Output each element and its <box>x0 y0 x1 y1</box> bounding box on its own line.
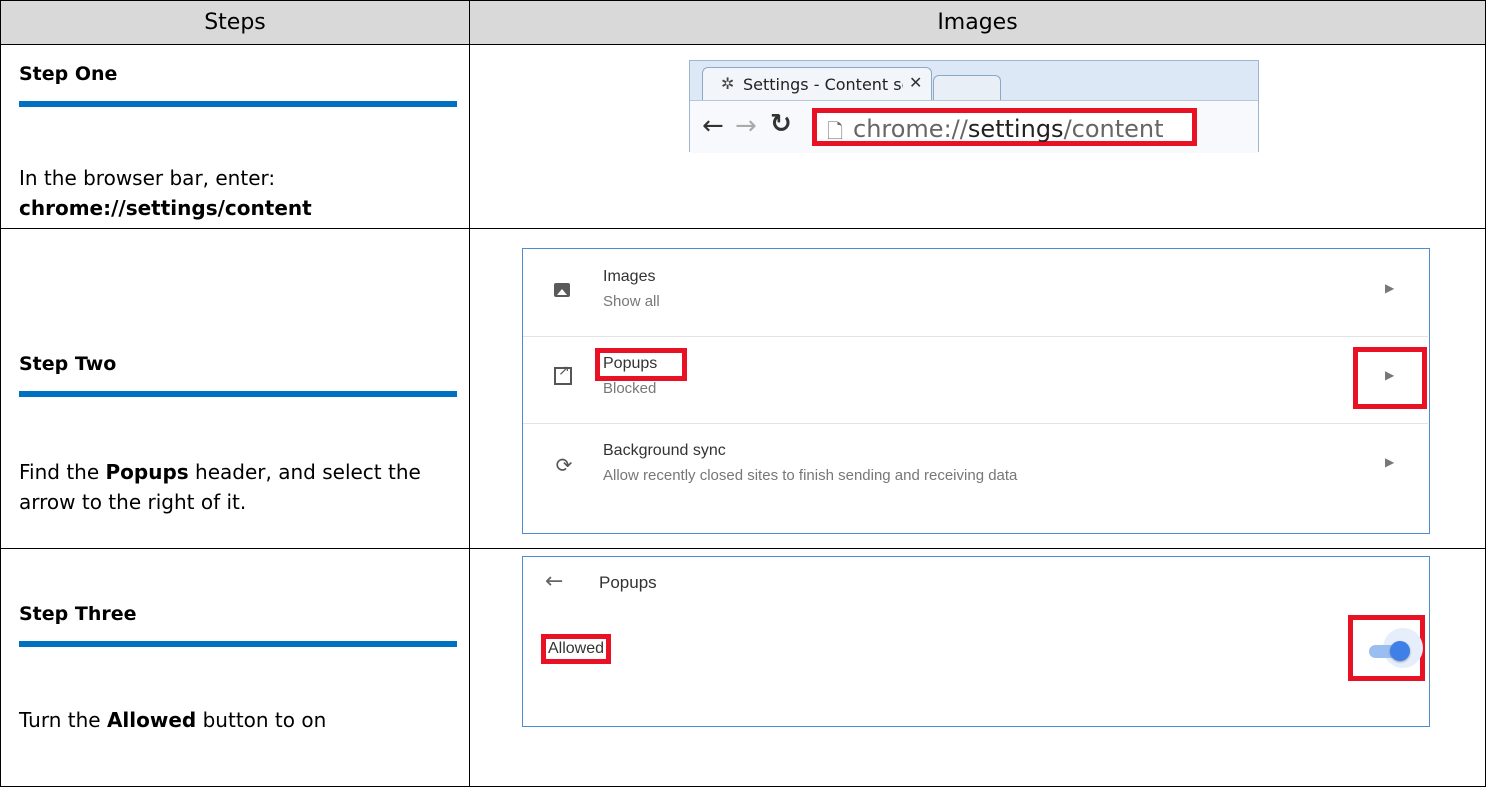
popups-page-title: Popups <box>599 573 657 592</box>
allowed-toggle-highlight-box <box>1348 615 1425 681</box>
browser-screenshot: ✲ Settings - Content setting ✕ ← → ↻ 🗋 c… <box>689 60 1259 153</box>
step-one-cell: Step One In the browser bar, enter: chro… <box>0 44 470 229</box>
popups-settings-panel: ← Popups Allowed <box>522 556 1430 727</box>
forward-arrow-icon[interactable]: → <box>735 111 757 141</box>
step-three-cell: Step Three Turn the Allowed button to on <box>0 548 470 787</box>
open-in-new-icon <box>554 363 572 385</box>
step-one-image-cell: ✲ Settings - Content setting ✕ ← → ↻ 🗋 c… <box>469 44 1486 229</box>
step-one-heading: Step One <box>19 63 118 85</box>
chevron-right-icon[interactable]: ▶ <box>1385 281 1394 295</box>
settings-row-popups[interactable]: Popups Blocked ▶ <box>523 336 1428 424</box>
step-one-rule <box>19 101 457 107</box>
popups-arrow-highlight-box <box>1353 347 1427 409</box>
steps-column-header: Steps <box>0 0 470 45</box>
step-three-heading: Step Three <box>19 603 137 625</box>
navigation-bar: ← → ↻ 🗋 chrome://settings/content <box>690 100 1258 153</box>
tab-title: Settings - Content setting <box>743 75 903 94</box>
back-arrow-icon[interactable]: ← <box>545 569 563 594</box>
settings-row-images[interactable]: Images Show all ▶ <box>523 249 1428 337</box>
step-one-text: In the browser bar, enter: chrome://sett… <box>19 166 312 220</box>
step-three-rule <box>19 641 457 647</box>
step-three-image-cell: ← Popups Allowed <box>469 548 1486 787</box>
steps-table: Steps Images Step One In the browser bar… <box>0 0 1486 787</box>
images-column-header: Images <box>469 0 1486 45</box>
address-url: chrome://settings/content <box>853 115 1164 143</box>
settings-row-background-sync[interactable]: ⟳ Background sync Allow recently closed … <box>523 423 1428 510</box>
settings-row-title: Images <box>603 268 656 285</box>
close-icon[interactable]: ✕ <box>909 73 922 92</box>
reload-icon[interactable]: ↻ <box>770 109 792 139</box>
allowed-label: Allowed <box>541 634 612 664</box>
address-bar[interactable]: 🗋 chrome://settings/content <box>812 108 1197 146</box>
step-two-rule <box>19 391 457 397</box>
step-two-image-cell: Images Show all ▶ Popups Blocked ▶ ⟳ Bac… <box>469 228 1486 549</box>
back-arrow-icon[interactable]: ← <box>702 111 724 141</box>
step-two-cell: Step Two Find the Popups header, and sel… <box>0 228 470 549</box>
new-tab-button[interactable] <box>933 75 1001 101</box>
content-settings-panel: Images Show all ▶ Popups Blocked ▶ ⟳ Bac… <box>522 248 1430 534</box>
allowed-toggle-knob[interactable] <box>1390 641 1410 661</box>
settings-row-subtitle: Show all <box>603 293 660 310</box>
step-two-text: Find the Popups header, and select the a… <box>19 460 421 514</box>
step-three-text: Turn the Allowed button to on <box>19 708 327 732</box>
settings-row-subtitle: Allow recently closed sites to finish se… <box>603 467 1018 484</box>
popups-highlight-box <box>595 348 687 381</box>
step-one-url: chrome://settings/content <box>19 196 312 220</box>
chevron-right-icon[interactable]: ▶ <box>1385 455 1394 469</box>
browser-tab[interactable]: ✲ Settings - Content setting ✕ <box>702 67 932 101</box>
sync-icon: ⟳ <box>555 455 573 477</box>
step-two-heading: Step Two <box>19 353 117 375</box>
settings-row-title: Background sync <box>603 442 726 459</box>
gear-icon: ✲ <box>721 74 735 93</box>
image-icon <box>554 283 570 297</box>
settings-row-subtitle: Blocked <box>603 380 657 397</box>
document-icon: 🗋 <box>827 119 844 143</box>
